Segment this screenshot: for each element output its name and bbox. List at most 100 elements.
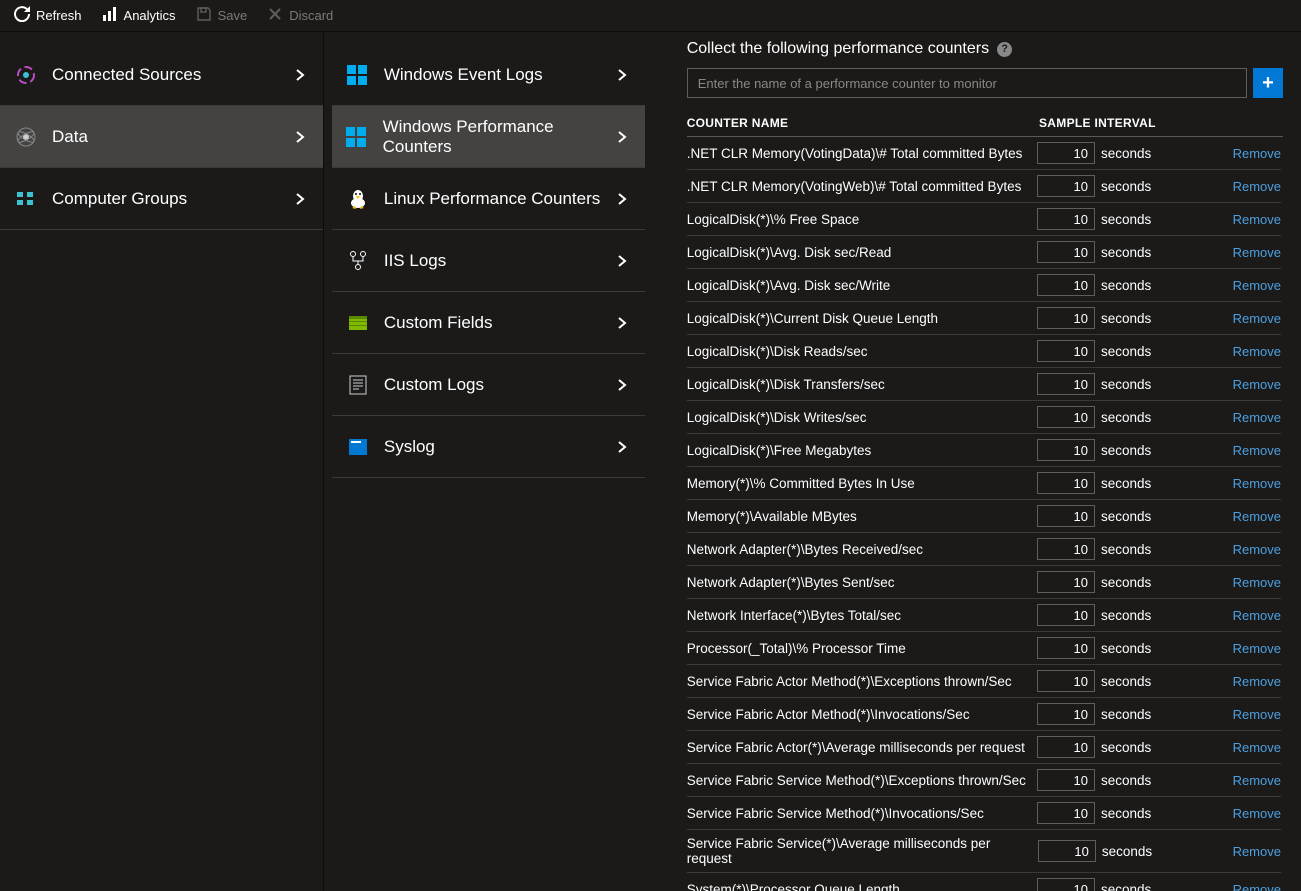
- counter-interval-cell: seconds: [1037, 406, 1225, 428]
- interval-input[interactable]: [1037, 802, 1095, 824]
- remove-link[interactable]: Remove: [1233, 443, 1281, 458]
- chevron-right-icon: [615, 130, 629, 144]
- interval-input[interactable]: [1037, 340, 1095, 362]
- counter-row: LogicalDisk(*)\Current Disk Queue Length…: [687, 302, 1281, 335]
- remove-link[interactable]: Remove: [1233, 674, 1281, 689]
- chevron-right-icon: [615, 192, 629, 206]
- interval-input[interactable]: [1037, 769, 1095, 791]
- interval-input[interactable]: [1037, 175, 1095, 197]
- counter-name: System(*)\Processor Queue Length: [687, 876, 1037, 891]
- refresh-label: Refresh: [36, 8, 82, 23]
- remove-link[interactable]: Remove: [1233, 740, 1281, 755]
- discard-button[interactable]: Discard: [267, 6, 333, 25]
- remove-link[interactable]: Remove: [1233, 882, 1281, 891]
- nav-item-connected-sources[interactable]: Connected Sources: [0, 44, 323, 106]
- info-icon[interactable]: ?: [997, 42, 1012, 57]
- interval-input[interactable]: [1037, 274, 1095, 296]
- interval-input[interactable]: [1037, 538, 1095, 560]
- counter-name: LogicalDisk(*)\Disk Writes/sec: [687, 404, 1037, 431]
- remove-link[interactable]: Remove: [1233, 245, 1281, 260]
- remove-link[interactable]: Remove: [1233, 806, 1281, 821]
- remove-link[interactable]: Remove: [1233, 311, 1281, 326]
- counter-action-cell: Remove: [1225, 843, 1281, 859]
- data-icon: [14, 125, 38, 149]
- interval-input[interactable]: [1037, 472, 1095, 494]
- counter-action-cell: Remove: [1225, 376, 1281, 392]
- remove-link[interactable]: Remove: [1233, 212, 1281, 227]
- counter-row: Service Fabric Service Method(*)\Excepti…: [687, 764, 1281, 797]
- counter-table-body[interactable]: .NET CLR Memory(VotingData)\# Total comm…: [687, 137, 1283, 891]
- interval-input[interactable]: [1037, 241, 1095, 263]
- remove-link[interactable]: Remove: [1233, 377, 1281, 392]
- analytics-icon: [102, 6, 118, 25]
- remove-link[interactable]: Remove: [1233, 575, 1281, 590]
- interval-input[interactable]: [1037, 703, 1095, 725]
- remove-link[interactable]: Remove: [1233, 641, 1281, 656]
- discard-icon: [267, 6, 283, 25]
- subnav-item-custom-fields[interactable]: Custom Fields: [332, 292, 645, 354]
- counter-action-cell: Remove: [1225, 805, 1281, 821]
- remove-link[interactable]: Remove: [1233, 179, 1281, 194]
- counter-action-cell: Remove: [1225, 640, 1281, 656]
- remove-link[interactable]: Remove: [1233, 542, 1281, 557]
- counter-row: Service Fabric Actor(*)\Average millisec…: [687, 731, 1281, 764]
- interval-input[interactable]: [1038, 840, 1096, 862]
- nav-item-data[interactable]: Data: [0, 106, 323, 168]
- interval-input[interactable]: [1037, 670, 1095, 692]
- interval-input[interactable]: [1037, 142, 1095, 164]
- remove-link[interactable]: Remove: [1233, 476, 1281, 491]
- remove-link[interactable]: Remove: [1233, 608, 1281, 623]
- counter-row: Memory(*)\% Committed Bytes In Usesecond…: [687, 467, 1281, 500]
- interval-input[interactable]: [1037, 406, 1095, 428]
- counter-name-input[interactable]: [687, 68, 1247, 98]
- counter-row: Service Fabric Actor Method(*)\Invocatio…: [687, 698, 1281, 731]
- interval-input[interactable]: [1037, 208, 1095, 230]
- interval-input[interactable]: [1037, 637, 1095, 659]
- interval-input[interactable]: [1037, 736, 1095, 758]
- remove-link[interactable]: Remove: [1233, 278, 1281, 293]
- nav-item-computer-groups[interactable]: Computer Groups: [0, 168, 323, 230]
- chevron-right-icon: [615, 440, 629, 454]
- counter-interval-cell: seconds: [1037, 736, 1225, 758]
- interval-input[interactable]: [1037, 604, 1095, 626]
- counter-name: LogicalDisk(*)\Disk Transfers/sec: [687, 371, 1037, 398]
- analytics-button[interactable]: Analytics: [102, 6, 176, 25]
- subnav-item-syslog[interactable]: Syslog: [332, 416, 645, 478]
- interval-input[interactable]: [1037, 439, 1095, 461]
- subnav-item-windows-performance-counters[interactable]: Windows Performance Counters: [332, 106, 645, 168]
- save-button[interactable]: Save: [196, 6, 248, 25]
- windows-icon: [346, 125, 369, 149]
- counter-name: Service Fabric Actor(*)\Average millisec…: [687, 734, 1037, 761]
- remove-link[interactable]: Remove: [1233, 707, 1281, 722]
- subnav-item-linux-performance-counters[interactable]: Linux Performance Counters: [332, 168, 645, 230]
- section-title-text: Collect the following performance counte…: [687, 40, 989, 58]
- remove-link[interactable]: Remove: [1233, 773, 1281, 788]
- subnav-item-iis-logs[interactable]: IIS Logs: [332, 230, 645, 292]
- counter-name: Network Adapter(*)\Bytes Sent/sec: [687, 569, 1037, 596]
- chevron-right-icon: [293, 130, 307, 144]
- chevron-right-icon: [293, 192, 307, 206]
- refresh-button[interactable]: Refresh: [14, 6, 82, 25]
- counter-interval-cell: seconds: [1037, 505, 1225, 527]
- groups-icon: [14, 187, 38, 211]
- interval-input[interactable]: [1037, 373, 1095, 395]
- save-label: Save: [218, 8, 248, 23]
- remove-link[interactable]: Remove: [1233, 509, 1281, 524]
- remove-link[interactable]: Remove: [1233, 146, 1281, 161]
- top-toolbar: Refresh Analytics Save Discard: [0, 0, 1301, 32]
- remove-link[interactable]: Remove: [1233, 410, 1281, 425]
- interval-input[interactable]: [1037, 505, 1095, 527]
- remove-link[interactable]: Remove: [1233, 844, 1281, 859]
- counter-action-cell: Remove: [1225, 541, 1281, 557]
- subnav-item-custom-logs[interactable]: Custom Logs: [332, 354, 645, 416]
- subnav-item-windows-event-logs[interactable]: Windows Event Logs: [332, 44, 645, 106]
- interval-input[interactable]: [1037, 307, 1095, 329]
- interval-input[interactable]: [1037, 878, 1095, 891]
- subnav-label: Syslog: [384, 437, 615, 457]
- counter-action-cell: Remove: [1225, 277, 1281, 293]
- add-counter-button[interactable]: +: [1253, 68, 1283, 98]
- remove-link[interactable]: Remove: [1233, 344, 1281, 359]
- interval-unit: seconds: [1101, 245, 1151, 260]
- counter-row: Network Interface(*)\Bytes Total/secseco…: [687, 599, 1281, 632]
- interval-input[interactable]: [1037, 571, 1095, 593]
